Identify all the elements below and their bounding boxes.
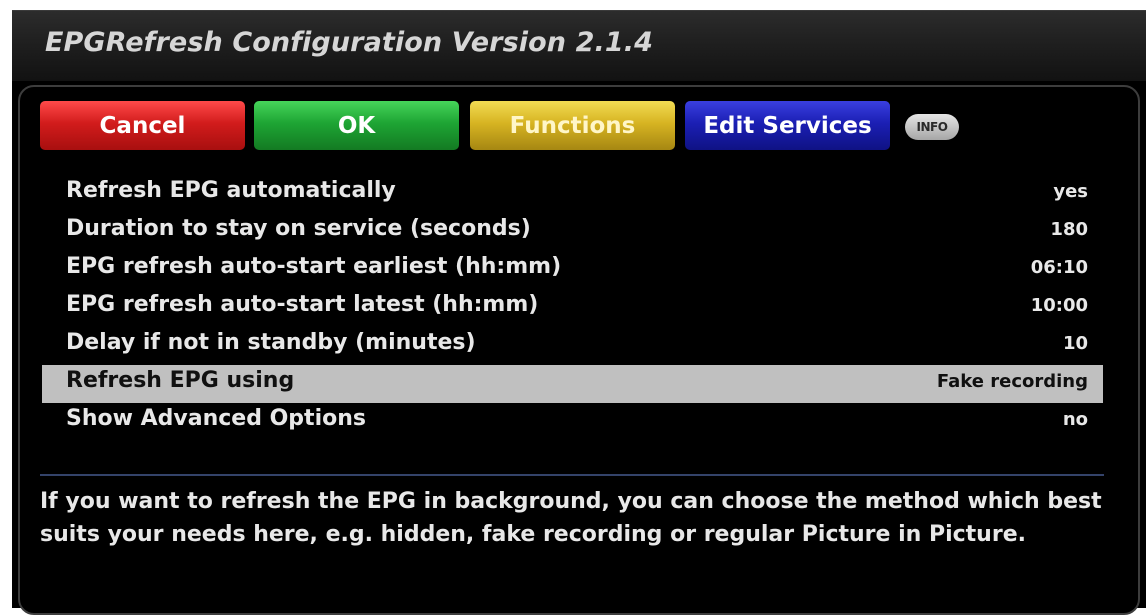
setting-row-refresh-automatically[interactable]: Refresh EPG automatically yes bbox=[42, 175, 1103, 213]
title-bar: EPGRefresh Configuration Version 2.1.4 bbox=[12, 10, 1146, 81]
info-icon[interactable]: INFO bbox=[905, 114, 959, 140]
setting-row-duration[interactable]: Duration to stay on service (seconds) 18… bbox=[42, 213, 1103, 251]
help-description: If you want to refresh the EPG in backgr… bbox=[40, 489, 1102, 547]
setting-label: Duration to stay on service (seconds) bbox=[66, 216, 531, 241]
setting-row-advanced-options[interactable]: Show Advanced Options no bbox=[42, 403, 1103, 441]
setting-label: Show Advanced Options bbox=[66, 406, 366, 431]
setting-label: EPG refresh auto-start earliest (hh:mm) bbox=[66, 254, 562, 279]
setting-value: no bbox=[1062, 409, 1088, 430]
window-title: EPGRefresh Configuration Version 2.1.4 bbox=[45, 27, 653, 58]
setting-value: yes bbox=[1053, 181, 1088, 202]
edit-services-button[interactable]: Edit Services bbox=[685, 101, 890, 150]
setting-value: 10 bbox=[1062, 333, 1088, 354]
setting-row-delay[interactable]: Delay if not in standby (minutes) 10 bbox=[42, 327, 1103, 365]
setting-value: Fake recording bbox=[936, 371, 1088, 392]
functions-button[interactable]: Functions bbox=[470, 101, 675, 150]
setting-row-refresh-using[interactable]: Refresh EPG using Fake recording bbox=[42, 365, 1103, 403]
setting-value: 06:10 bbox=[1030, 257, 1088, 278]
setting-label: Refresh EPG using bbox=[66, 368, 295, 393]
cancel-button[interactable]: Cancel bbox=[40, 101, 245, 150]
description-divider bbox=[40, 474, 1104, 476]
setting-value: 10:00 bbox=[1030, 295, 1088, 316]
setting-label: EPG refresh auto-start latest (hh:mm) bbox=[66, 292, 539, 317]
setting-row-autostart-latest[interactable]: EPG refresh auto-start latest (hh:mm) 10… bbox=[42, 289, 1103, 327]
setting-row-autostart-earliest[interactable]: EPG refresh auto-start earliest (hh:mm) … bbox=[42, 251, 1103, 289]
ok-button[interactable]: OK bbox=[254, 101, 459, 150]
setting-label: Delay if not in standby (minutes) bbox=[66, 330, 476, 355]
setting-label: Refresh EPG automatically bbox=[66, 178, 396, 203]
setting-value: 180 bbox=[1050, 219, 1088, 240]
